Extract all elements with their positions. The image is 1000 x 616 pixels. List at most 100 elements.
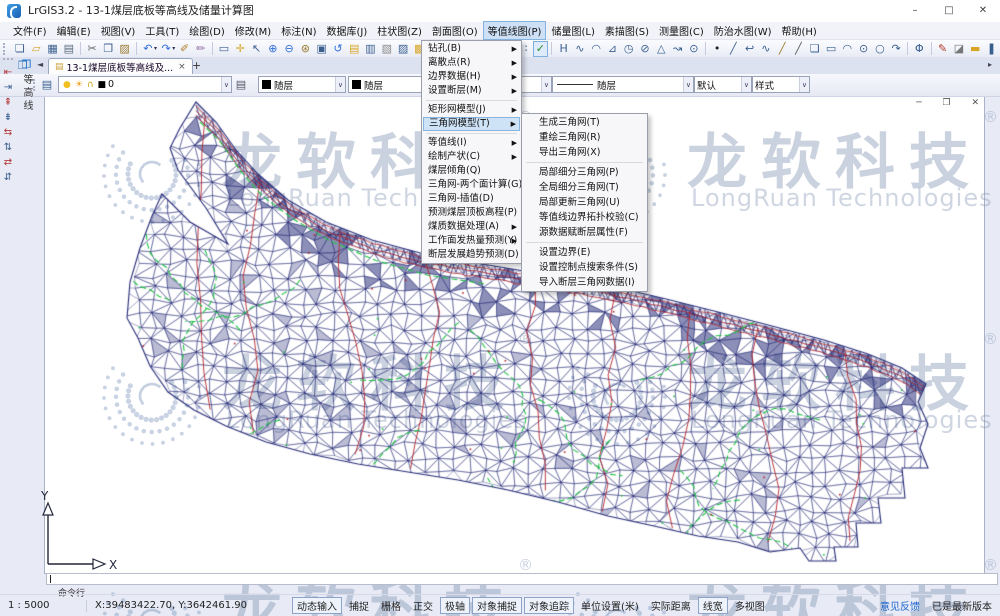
triangulation-menu-item-8[interactable]: 源数据赋断层属性(F) [523,225,646,240]
contour-menu-item-11[interactable]: 三角网-插值(D) [423,192,520,206]
status-toggle-对象捕捉[interactable]: 对象捕捉 [472,597,522,614]
cut-icon[interactable]: ✂ [84,41,99,57]
status-toggle-实际距离[interactable]: 实际距离 [646,597,696,614]
menu-item-16[interactable]: 帮助(H) [777,21,822,40]
ray-icon[interactable]: ╱ [791,41,806,57]
distribute-v-icon[interactable]: ⇅ [1,140,16,155]
menu-item-8[interactable]: 数据库(J) [322,21,373,40]
status-toggle-正交[interactable]: 正交 [408,597,438,614]
contour-menu-item-6[interactable]: 三角网模型(T)▶ [423,117,520,131]
triangulation-menu-item-5[interactable]: 全局细分三角网(T) [523,180,646,195]
lineweight-bar-icon[interactable]: ▬ [968,41,983,57]
menu-item-5[interactable]: 绘图(D) [184,21,230,40]
tab-scroll-left-icon[interactable]: ◄ [37,60,43,69]
pan-hand-icon[interactable]: ✛ [233,41,248,57]
spline-icon[interactable]: ∿ [758,41,773,57]
layer-combo[interactable]: ●☀∩■0∨ [58,76,232,93]
chevron-down-icon[interactable]: ∨ [541,77,551,92]
printer-icon[interactable]: ▤ [232,76,250,93]
menu-item-6[interactable]: 修改(M) [230,21,276,40]
triangulation-menu-item-1[interactable]: 生成三角网(T) [523,115,646,130]
status-toggle-对象追踪[interactable]: 对象追踪 [524,597,574,614]
contour-menu-item-10[interactable]: 三角网-两个面计算(G) [423,178,520,192]
contour-menu-item-2[interactable]: 离散点(R)▶ [423,56,520,70]
menu-item-3[interactable]: 视图(V) [96,21,141,40]
contour-menu-item-1[interactable]: 钻孔(B)▶ [423,42,520,56]
align-left-icon[interactable]: ⇤ [1,65,16,80]
chevron-down-icon[interactable]: ∨ [683,77,693,92]
maximize-button[interactable]: □ [932,0,966,22]
zoom-window-icon[interactable]: ▭ [216,41,231,57]
xline-icon[interactable]: ╱ [775,41,790,57]
select-cursor-icon[interactable]: ↖ [249,41,264,57]
open-folder-icon[interactable]: ▱ [29,41,44,57]
swap-h-icon[interactable]: ⇄ [1,155,16,170]
distribute-h-icon[interactable]: ⇆ [1,125,16,140]
contour-menu-item-12[interactable]: 预测煤层顶板高程(P) [423,206,520,220]
layer-freeze-icon[interactable]: ▨ [395,41,410,57]
vertex-edit-icon[interactable]: ⊿ [605,41,620,57]
redo-icon[interactable]: ↷ [159,41,174,57]
undo-icon[interactable]: ↶ [140,41,155,57]
circle-icon[interactable]: ⊙ [856,41,871,57]
triangle-icon[interactable]: △ [654,41,669,57]
revision-cloud-icon[interactable]: ↷ [889,41,904,57]
command-input[interactable] [46,573,998,585]
more-tools-icon[interactable]: ❚ [984,41,999,57]
contour-menu-item-4[interactable]: 设置断层(M)▶ [423,84,520,98]
print-icon[interactable]: ▤ [61,41,76,57]
close-button[interactable]: ✕ [966,0,1000,22]
tab-close-icon[interactable]: × [178,62,186,72]
menu-item-11[interactable]: 等值线图(P) [483,21,547,40]
line-icon[interactable]: ╱ [726,41,741,57]
contour-menu-item-3[interactable]: 边界数据(H)▶ [423,70,520,84]
layer-properties-icon[interactable]: ▤ [38,76,56,93]
rectangle-icon[interactable]: ▭ [823,41,838,57]
minimize-button[interactable]: – [898,0,932,22]
lineweight-combo[interactable]: 默认∨ [694,76,752,93]
triangulation-menu-item-4[interactable]: 局部细分三角网(P) [523,165,646,180]
leader-icon[interactable]: ↝ [670,41,685,57]
feedback-link[interactable]: 意见反馈 [880,598,920,613]
contour-menu-item-9[interactable]: 煤层倾角(Q) [423,164,520,178]
linetype-combo[interactable]: 随层∨ [552,76,694,93]
chevron-down-icon[interactable]: ∨ [221,77,231,92]
menu-item-4[interactable]: 工具(T) [140,21,184,40]
menu-item-1[interactable]: 文件(F) [8,21,52,40]
region-icon[interactable]: ❏ [807,41,822,57]
triangulation-menu-item-2[interactable]: 重绘三角网(R) [523,130,646,145]
side-panel-tab[interactable]: ❒ 等高线 [18,58,35,113]
chevron-down-icon[interactable]: ∨ [799,77,809,92]
status-toggle-极轴[interactable]: 极轴 [440,597,470,614]
no-entry-icon[interactable]: ⊘ [637,41,652,57]
display-icon[interactable]: ▣ [314,41,329,57]
polyline-icon[interactable]: ↩ [742,41,757,57]
tab-drawing[interactable]: ▤ 13-1煤层底板等高线及... × [48,58,193,74]
menu-item-13[interactable]: 素描图(S) [600,21,654,40]
contour-menu-item-7[interactable]: 等值线(I)▶ [423,136,520,150]
layer-new-icon[interactable]: ▤ [347,41,362,57]
status-toggle-单位设置(米)[interactable]: 单位设置(米) [576,597,644,614]
zoom-in-icon[interactable]: ⊕ [265,41,280,57]
contour-menu-item-5[interactable]: 矩形网模型(J)▶ [423,103,520,117]
curve-icon[interactable]: ◠ [589,41,604,57]
status-toggle-动态输入[interactable]: 动态输入 [292,597,342,614]
menu-item-2[interactable]: 编辑(E) [52,21,96,40]
ellipse-icon[interactable]: ○ [872,41,887,57]
chevron-down-icon[interactable]: ∨ [741,77,751,92]
layer-manager-icon[interactable]: ▥ [363,41,378,57]
menu-item-9[interactable]: 柱状图(Z) [372,21,427,40]
clock-icon[interactable]: ◷ [621,41,636,57]
layer-off-icon[interactable]: ▧ [379,41,394,57]
menu-item-14[interactable]: 测量图(C) [654,21,709,40]
eraser-icon[interactable]: ◪ [951,41,966,57]
new-file-icon[interactable]: ❏ [12,41,27,57]
copy-icon[interactable]: ❐ [101,41,116,57]
align-bottom-icon[interactable]: ⇟ [1,110,16,125]
triangulation-menu-item-9[interactable]: 设置边界(E) [523,245,646,260]
paste-icon[interactable]: ▨ [117,41,132,57]
point-icon[interactable]: • [709,41,724,57]
add-tab-button[interactable]: + [192,59,201,72]
contour-menu-item-8[interactable]: 绘制产状(C)▶ [423,150,520,164]
style-combo[interactable]: 样式∨ [752,76,810,93]
